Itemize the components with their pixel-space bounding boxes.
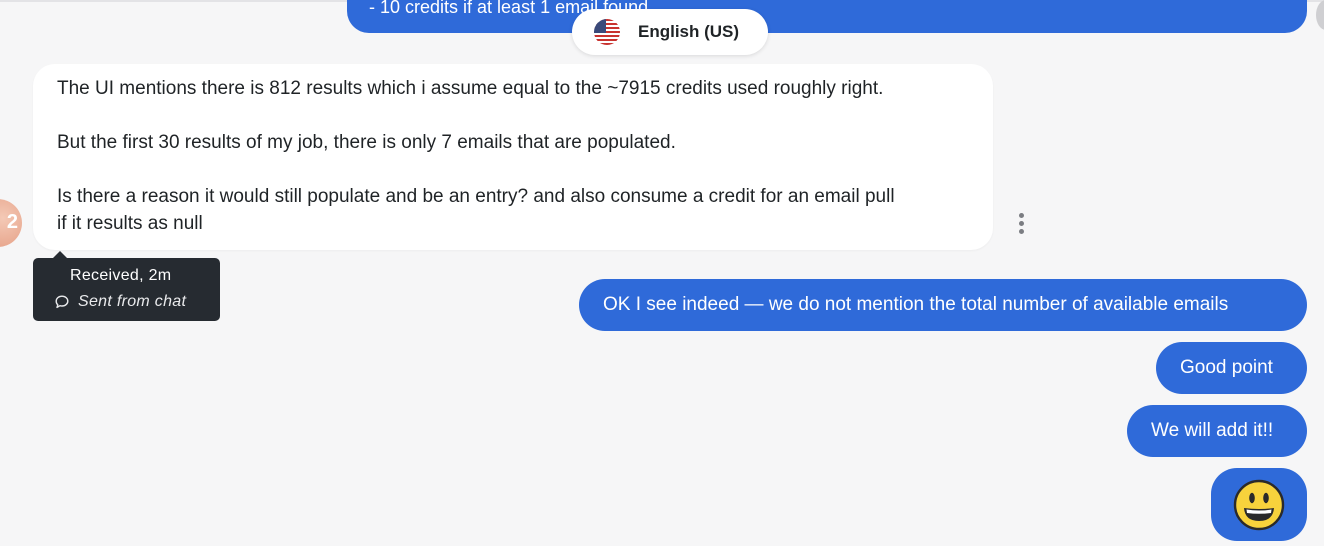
- incoming-message-line: The UI mentions there is 812 results whi…: [57, 78, 884, 99]
- message-source: Sent from chat: [54, 293, 186, 311]
- us-flag-icon: [594, 19, 620, 45]
- incoming-message-line: Is there a reason it would still populat…: [57, 186, 895, 207]
- outgoing-message-text: Good point: [1180, 357, 1273, 378]
- incoming-message-line: But the first 30 results of my job, ther…: [57, 132, 676, 153]
- message-status-tooltip: Received, 2m Sent from chat: [33, 251, 220, 321]
- user-avatar-initial: 2: [6, 211, 18, 233]
- message-status-text: Received, 2m: [70, 267, 172, 284]
- message-source-text: Sent from chat: [78, 293, 187, 310]
- user-avatar: 2: [0, 199, 22, 247]
- outgoing-message-partial: - 10 credits if at least 1 email found: [347, 0, 1307, 33]
- grinning-face-icon: [1233, 479, 1285, 531]
- more-options-icon[interactable]: [1010, 211, 1032, 237]
- outgoing-message-text: OK I see indeed — we do not mention the …: [603, 294, 1229, 315]
- incoming-message-line: if it results as null: [57, 213, 203, 234]
- outgoing-message-bubble[interactable]: We will add it!!: [1127, 405, 1307, 457]
- language-label: English (US): [638, 22, 740, 41]
- chat-bubble-icon: [55, 295, 69, 309]
- outgoing-message-text: We will add it!!: [1151, 420, 1274, 441]
- agent-avatar: [1316, 0, 1324, 30]
- outgoing-emoji-bubble[interactable]: [1211, 468, 1307, 541]
- outgoing-message-bubble[interactable]: Good point: [1156, 342, 1307, 394]
- incoming-message-bubble[interactable]: The UI mentions there is 812 results whi…: [33, 64, 993, 250]
- outgoing-message-bubble[interactable]: OK I see indeed — we do not mention the …: [579, 279, 1307, 331]
- language-selector[interactable]: English (US): [572, 9, 768, 55]
